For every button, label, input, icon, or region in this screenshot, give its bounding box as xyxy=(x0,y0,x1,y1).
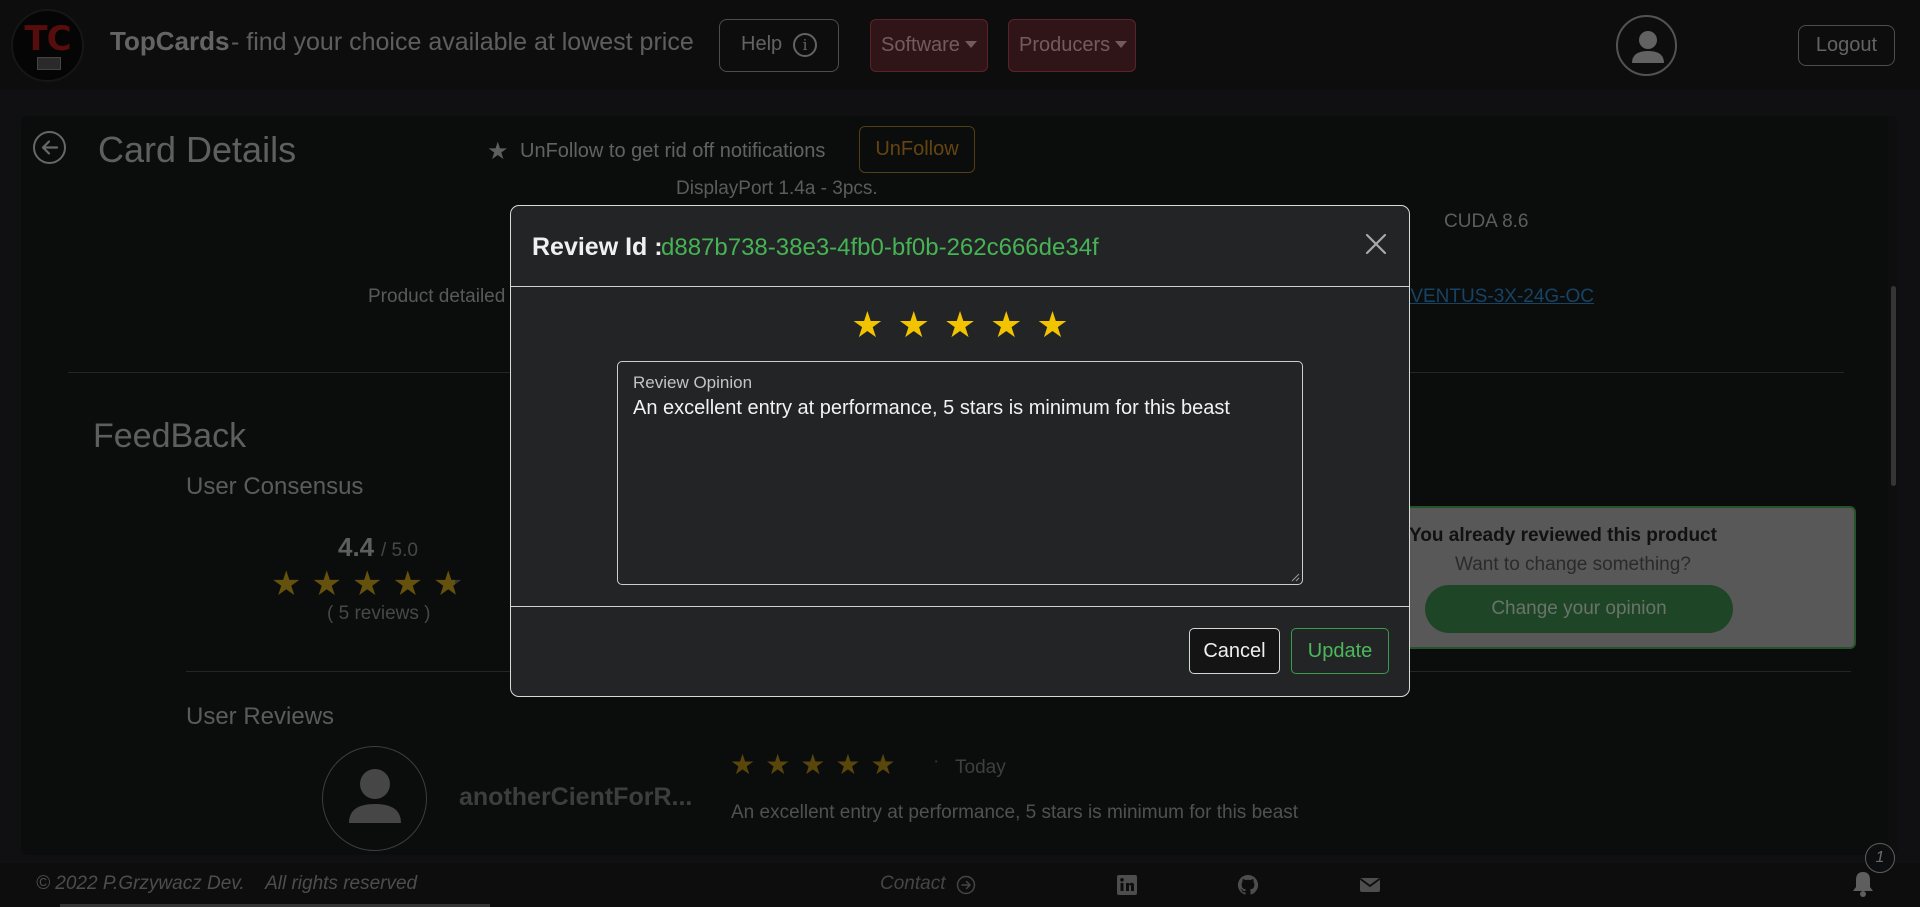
modal-header: Review Id : d887b738-38e3-4fb0-bf0b-262c… xyxy=(511,206,1409,287)
review-opinion-value[interactable]: An excellent entry at performance, 5 sta… xyxy=(633,397,1230,420)
review-id: d887b738-38e3-4fb0-bf0b-262c666de34f xyxy=(661,234,1099,261)
review-opinion-textarea[interactable]: Review Opinion An excellent entry at per… xyxy=(617,361,1303,585)
star-4-icon[interactable]: ★ xyxy=(990,304,1022,346)
star-5-icon[interactable]: ★ xyxy=(1036,304,1068,346)
star-1-icon[interactable]: ★ xyxy=(851,304,883,346)
cancel-button[interactable]: Cancel xyxy=(1189,628,1280,674)
close-icon[interactable] xyxy=(1365,233,1387,255)
star-3-icon[interactable]: ★ xyxy=(944,304,976,346)
review-opinion-label: Review Opinion xyxy=(633,373,753,392)
update-button[interactable]: Update xyxy=(1291,628,1389,674)
modal-footer: Cancel Update xyxy=(511,606,1409,697)
modal-title-label: Review Id : xyxy=(532,233,663,261)
rating-star-selector: ★ ★ ★ ★ ★ xyxy=(511,304,1409,346)
resize-handle-icon[interactable] xyxy=(1291,573,1300,582)
star-2-icon[interactable]: ★ xyxy=(898,304,930,346)
review-modal: Review Id : d887b738-38e3-4fb0-bf0b-262c… xyxy=(510,205,1410,697)
